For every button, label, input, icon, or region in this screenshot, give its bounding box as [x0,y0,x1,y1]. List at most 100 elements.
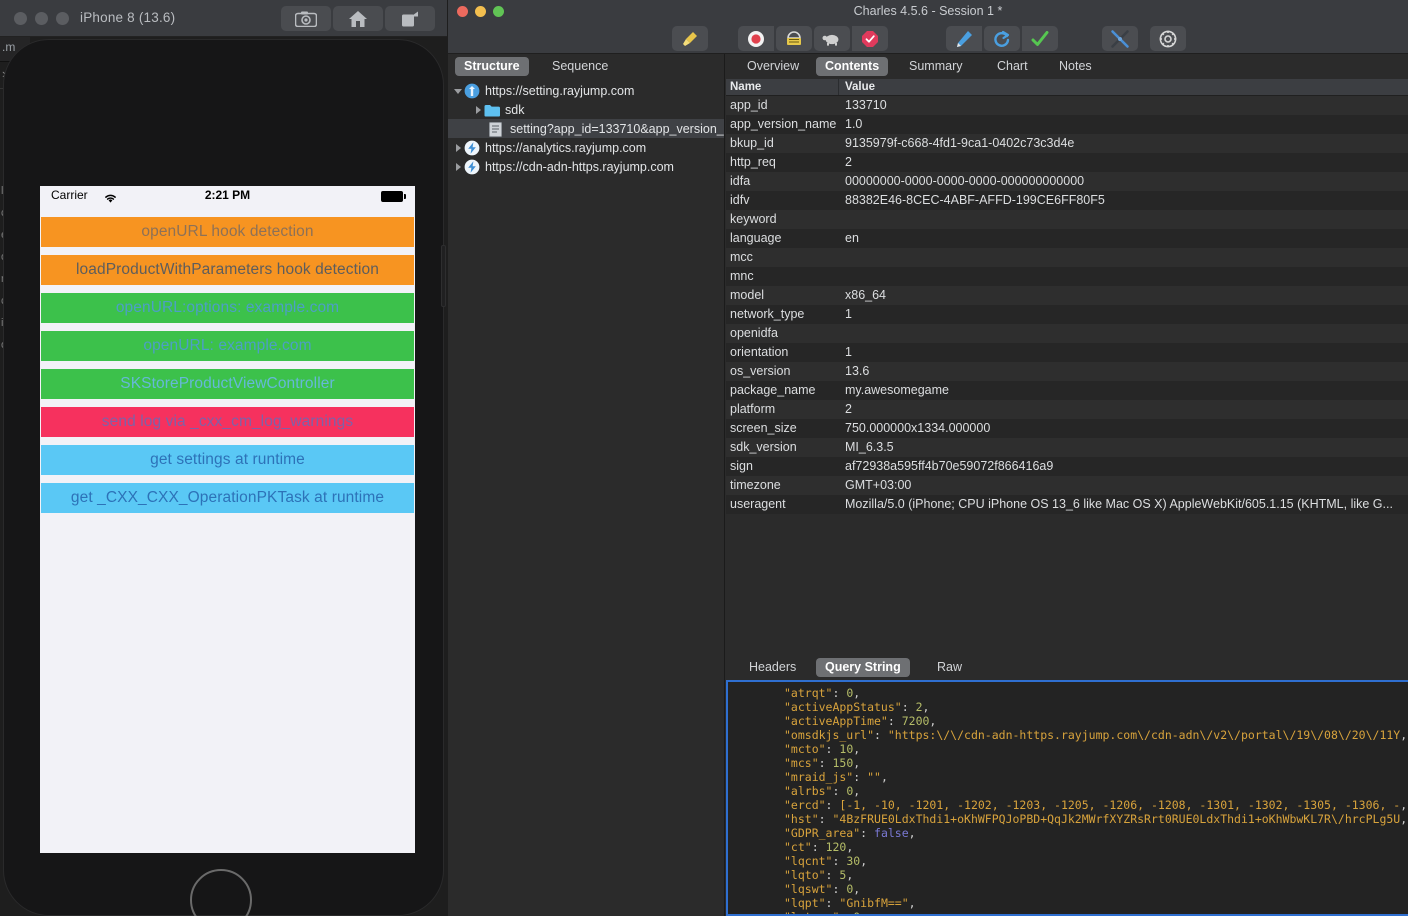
tools-button[interactable] [1102,26,1138,51]
table-row[interactable]: app_version_name1.0 [726,115,1408,134]
host-tree[interactable]: https://setting.rayjump.com sdk [448,79,724,176]
column-header-value[interactable]: Value [839,79,1408,95]
table-row[interactable]: package_namemy.awesomegame [726,381,1408,400]
table-body[interactable]: app_id133710app_version_name1.0bkup_id91… [726,96,1408,650]
tree-item-cdn-host[interactable]: https://cdn-adn-https.rayjump.com [448,157,724,176]
query-string-viewer[interactable]: "atrqt": 0, "activeAppStatus": 2, "activ… [726,680,1408,916]
tab-contents[interactable]: Contents [816,57,888,76]
zoom-button[interactable] [56,12,69,25]
device-side-button[interactable] [441,245,446,307]
status-bar-time: 2:21 PM [40,188,415,202]
table-row[interactable]: languageen [726,229,1408,248]
name-value-table[interactable]: Name Value app_id133710app_version_name1… [726,79,1408,650]
device-home-button[interactable] [190,869,252,916]
app-button[interactable]: openURL hook detection [41,217,414,247]
cell-value: GMT+03:00 [839,476,1408,495]
repeat-button[interactable] [984,26,1020,51]
tab-structure[interactable]: Structure [455,57,529,76]
app-button[interactable]: SKStoreProductViewController [41,369,414,399]
table-row[interactable]: idfv88382E46-8CEC-4ABF-AFFD-199CE6FF80F5 [726,191,1408,210]
home-button[interactable] [333,6,383,31]
compose-button[interactable] [946,26,982,51]
tab-raw[interactable]: Raw [928,658,971,677]
validate-button[interactable] [1022,26,1058,51]
gear-icon [1159,30,1177,48]
app-button[interactable]: send log via _cxx_cm_log_warnings [41,407,414,437]
ios-simulator-window[interactable]: iPhone 8 (13.6) [0,0,447,916]
table-row[interactable]: platform2 [726,400,1408,419]
app-button-label: loadProductWithParameters hook detection [76,261,379,279]
slow-network-button[interactable] [814,26,850,51]
tab-sequence[interactable]: Sequence [543,57,617,76]
minimize-button[interactable] [35,12,48,25]
throttle-icon [785,30,803,48]
tab-chart[interactable]: Chart [988,57,1037,76]
chevron-right-icon[interactable] [453,142,464,153]
host-icon [464,140,480,156]
cell-value: af72938a595ff4b70e59072f866416a9 [839,457,1408,476]
breakpoints-button[interactable] [852,26,888,51]
table-row[interactable]: useragentMozilla/5.0 (iPhone; CPU iPhone… [726,495,1408,514]
table-row[interactable]: os_version13.6 [726,362,1408,381]
simulator-screen[interactable]: Carrier 2:21 PM openURL hook detection [40,186,415,853]
chevron-down-icon[interactable] [453,85,464,96]
table-row[interactable]: app_id133710 [726,96,1408,115]
clear-session-button[interactable] [672,26,708,51]
chevron-right-icon[interactable] [453,161,464,172]
table-empty-area [726,514,1408,650]
table-row[interactable]: timezoneGMT+03:00 [726,476,1408,495]
tree-item-setting-host[interactable]: https://setting.rayjump.com [448,81,724,100]
request-body-panel[interactable]: Headers Query String Raw "atrqt": 0, "ac… [726,654,1408,916]
screenshot-button[interactable] [281,6,331,31]
settings-button[interactable] [1150,26,1186,51]
tree-item-sdk-folder[interactable]: sdk [448,100,724,119]
app-button[interactable]: openURL:options: example.com [41,293,414,323]
table-row[interactable]: orientation1 [726,343,1408,362]
column-header-name[interactable]: Name [726,79,839,95]
record-button[interactable] [738,26,774,51]
simulator-title: iPhone 8 (13.6) [80,10,175,25]
table-row[interactable]: sdk_versionMI_6.3.5 [726,438,1408,457]
tab-summary[interactable]: Summary [900,57,971,76]
cell-value: 2 [839,400,1408,419]
table-row[interactable]: mnc [726,267,1408,286]
broom-icon [681,30,699,48]
tab-notes[interactable]: Notes [1050,57,1101,76]
chevron-right-icon[interactable] [473,104,484,115]
request-tree-panel[interactable]: Structure Sequence https://setting.rayju… [448,54,725,916]
share-button[interactable] [385,6,435,31]
table-row[interactable]: signaf72938a595ff4b70e59072f866416a9 [726,457,1408,476]
tab-query-string[interactable]: Query String [816,658,910,677]
table-row[interactable]: keyword [726,210,1408,229]
table-row[interactable]: idfa00000000-0000-0000-0000-000000000000 [726,172,1408,191]
app-button-label: openURL:options: example.com [116,299,339,317]
cell-name: mcc [726,248,839,267]
table-row[interactable]: bkup_id9135979f-c668-4fd1-9ca1-0402c73c3… [726,134,1408,153]
cell-name: network_type [726,305,839,324]
table-row[interactable]: network_type1 [726,305,1408,324]
table-row[interactable]: openidfa [726,324,1408,343]
close-button[interactable] [14,12,27,25]
app-button[interactable]: get settings at runtime [41,445,414,475]
table-row[interactable]: screen_size750.000000x1334.000000 [726,419,1408,438]
cell-name: platform [726,400,839,419]
cell-name: sign [726,457,839,476]
app-button[interactable]: openURL: example.com [41,331,414,361]
table-row[interactable]: http_req2 [726,153,1408,172]
throttle-button[interactable] [776,26,812,51]
table-row[interactable]: mcc [726,248,1408,267]
tree-item-analytics-host[interactable]: https://analytics.rayjump.com [448,138,724,157]
cell-value: 750.000000x1334.000000 [839,419,1408,438]
tab-headers[interactable]: Headers [740,658,805,677]
record-icon [747,30,765,48]
charles-window[interactable]: Charles 4.5.6 - Session 1 * [448,0,1408,916]
app-button[interactable]: get _CXX_CXX_OperationPKTask at runtime [41,483,414,513]
table-row[interactable]: modelx86_64 [726,286,1408,305]
detail-panel[interactable]: Overview Contents Summary Chart Notes Na… [726,54,1408,916]
app-button[interactable]: loadProductWithParameters hook detection [41,255,414,285]
cell-name: language [726,229,839,248]
tab-overview[interactable]: Overview [738,57,808,76]
app-button-label: get settings at runtime [150,451,305,469]
tree-item-setting-request[interactable]: setting?app_id=133710&app_version_n [448,119,724,138]
repeat-icon [993,30,1011,48]
